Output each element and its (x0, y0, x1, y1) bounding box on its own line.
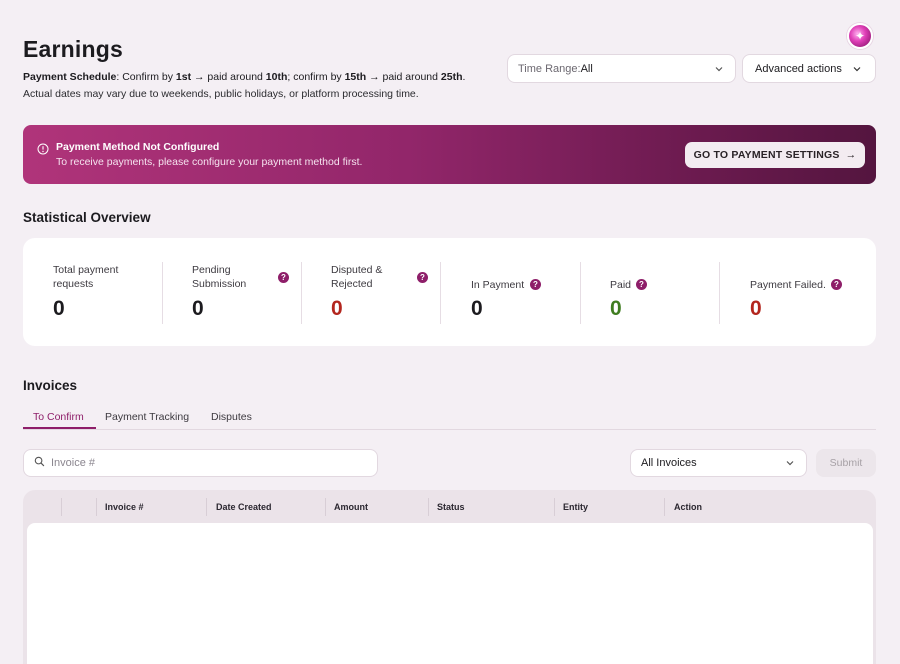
chevron-down-icon (851, 63, 863, 75)
column-separator (206, 498, 207, 516)
column-separator (96, 498, 97, 516)
info-icon (37, 142, 49, 155)
banner-title: Payment Method Not Configured (56, 141, 220, 153)
stat-divider (301, 262, 302, 324)
column-separator (664, 498, 665, 516)
banner-subtitle: To receive payments, please configure yo… (56, 156, 363, 168)
active-tab-indicator (23, 427, 96, 429)
column-header-amount[interactable]: Amount (334, 502, 368, 512)
help-icon[interactable]: ? (636, 279, 647, 290)
tabs-divider (23, 429, 876, 430)
stat-value-pending: 0 (192, 297, 204, 320)
schedule-bold: 25th (440, 71, 463, 83)
schedule-text: → paid around (191, 71, 266, 83)
schedule-text: . (462, 71, 466, 83)
invoice-filter-value: All Invoices (641, 457, 697, 469)
column-separator (428, 498, 429, 516)
stat-label-disputed: Disputed & Rejected (331, 264, 383, 290)
column-header-date-created[interactable]: Date Created (216, 502, 272, 512)
time-range-value: All (580, 62, 593, 75)
column-header-invoice[interactable]: Invoice # (105, 502, 144, 512)
arrow-right-icon: → (845, 149, 857, 161)
stat-label-in-payment: In Payment (471, 279, 525, 291)
tab-to-confirm[interactable]: To Confirm (33, 411, 84, 423)
time-range-text: Time Range:All (518, 63, 593, 75)
table-body-empty (27, 523, 873, 664)
column-header-entity[interactable]: Entity (563, 502, 588, 512)
tab-disputes[interactable]: Disputes (211, 411, 252, 423)
stat-value-disputed: 0 (331, 297, 343, 320)
schedule-label: Payment Schedule (23, 71, 117, 83)
stat-label-pending: Pending Submission (192, 264, 247, 290)
column-separator (325, 498, 326, 516)
tab-payment-tracking[interactable]: Payment Tracking (105, 411, 189, 423)
chevron-down-icon (713, 63, 725, 75)
help-icon[interactable]: ? (417, 272, 428, 283)
stat-value-total: 0 (53, 297, 65, 320)
button-label: GO TO PAYMENT SETTINGS (693, 149, 840, 161)
stats-card (23, 238, 876, 346)
avatar[interactable]: ✦ (847, 23, 873, 49)
column-separator (554, 498, 555, 516)
stat-label-paid: Paid (610, 279, 632, 291)
schedule-bold: 10th (265, 71, 288, 83)
go-to-payment-settings-button[interactable]: GO TO PAYMENT SETTINGS → (685, 142, 865, 168)
stat-divider (580, 262, 581, 324)
schedule-note: Actual dates may vary due to weekends, p… (23, 88, 419, 100)
schedule-bold: 15th (344, 71, 367, 83)
time-range-select[interactable]: Time Range:All (507, 54, 736, 83)
help-icon[interactable]: ? (530, 279, 541, 290)
stat-divider (440, 262, 441, 324)
page-title: Earnings (23, 36, 124, 62)
chevron-down-icon (784, 457, 796, 469)
search-placeholder: Invoice # (51, 457, 96, 469)
stats-title: Statistical Overview (23, 210, 151, 225)
schedule-text: : Confirm by (116, 71, 176, 83)
time-range-label: Time Range: (518, 62, 581, 75)
invoices-title: Invoices (23, 378, 78, 393)
column-header-action[interactable]: Action (674, 502, 702, 512)
schedule-text: → paid around (366, 71, 441, 83)
stat-divider (162, 262, 163, 324)
payment-schedule: Payment Schedule: Confirm by 1st → paid … (23, 71, 465, 83)
advanced-actions-label: Advanced actions (755, 62, 842, 75)
stat-divider (719, 262, 720, 324)
advanced-actions-button[interactable]: Advanced actions (742, 54, 876, 83)
schedule-bold: 1st (175, 71, 192, 83)
stat-value-paid: 0 (610, 297, 622, 320)
column-header-status[interactable]: Status (437, 502, 465, 512)
submit-button[interactable]: Submit (816, 449, 876, 477)
help-icon[interactable]: ? (278, 272, 289, 283)
stat-value-failed: 0 (750, 297, 762, 320)
column-separator (61, 498, 62, 516)
help-icon[interactable]: ? (831, 279, 842, 290)
stat-label-failed: Payment Failed. (750, 279, 826, 291)
search-icon (34, 456, 45, 470)
stat-value-in-payment: 0 (471, 297, 483, 320)
invoice-filter-select[interactable]: All Invoices (630, 449, 807, 477)
schedule-text: ; confirm by (287, 71, 345, 83)
stat-label-total: Total payment requests (53, 264, 119, 290)
invoice-search-input[interactable]: Invoice # (23, 449, 378, 477)
